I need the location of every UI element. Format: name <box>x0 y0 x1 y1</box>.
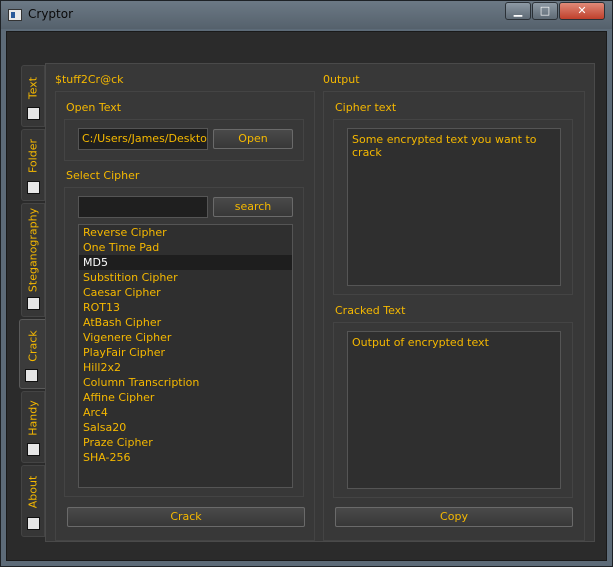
close-button[interactable]: ✕ <box>559 2 605 20</box>
tab-about-label: About <box>26 475 40 509</box>
image-icon <box>27 297 40 310</box>
tab-steganography[interactable]: Steganography <box>21 203 45 317</box>
tab-text[interactable]: Text <box>21 65 45 127</box>
tab-text-label: Text <box>26 76 40 100</box>
copy-button[interactable]: Copy <box>335 507 573 527</box>
cipher-list-item[interactable]: One Time Pad <box>79 240 292 255</box>
search-button[interactable]: search <box>213 197 293 217</box>
tab-crack[interactable]: Crack <box>19 319 46 389</box>
handy-icon <box>27 443 40 456</box>
cipher-list-item[interactable]: MD5 <box>79 255 292 270</box>
tab-crack-label: Crack <box>26 330 39 362</box>
cipher-list-item[interactable]: Substition Cipher <box>79 270 292 285</box>
crack-button[interactable]: Crack <box>67 507 305 527</box>
window-title: Cryptor <box>28 7 74 21</box>
open-text-title: Open Text <box>66 101 122 114</box>
tab-about[interactable]: About <box>21 465 45 537</box>
cipher-list-item[interactable]: Reverse Cipher <box>79 225 292 240</box>
right-panel-title: 0utput <box>323 73 360 86</box>
tab-folder[interactable]: Folder <box>21 129 45 201</box>
cipher-list[interactable]: Reverse Cipher One Time Pad MD5 Substition … <box>78 224 293 488</box>
cipher-list-item[interactable]: Arc4 <box>79 405 292 420</box>
title-bar[interactable]: Cryptor ▁ □ ✕ <box>1 1 612 29</box>
cipher-list-item[interactable]: Praze Cipher <box>79 435 292 450</box>
file-path-field[interactable]: C:/Users/James/Desktop/ <box>78 128 208 150</box>
tab-folder-label: Folder <box>26 139 40 173</box>
maximize-button[interactable]: □ <box>532 2 558 20</box>
cipher-list-item[interactable]: SHA-256 <box>79 450 292 465</box>
tab-handy[interactable]: Handy <box>21 391 45 463</box>
cipher-list-item[interactable]: Affine Cipher <box>79 390 292 405</box>
select-cipher-title: Select Cipher <box>66 169 140 182</box>
app-icon <box>8 9 22 21</box>
cracked-text-title: Cracked Text <box>335 304 406 317</box>
text-icon <box>27 107 40 120</box>
tab-steganography-label: Steganography <box>26 207 40 293</box>
folder-icon <box>27 181 40 194</box>
cipher-list-item[interactable]: ROT13 <box>79 300 292 315</box>
cipher-list-item[interactable]: Caesar Cipher <box>79 285 292 300</box>
cipher-list-item[interactable]: PlayFair Cipher <box>79 345 292 360</box>
cipher-list-item[interactable]: AtBash Cipher <box>79 315 292 330</box>
cipher-text-area[interactable]: Some encrypted text you want to crack <box>347 128 561 286</box>
cracked-text-area[interactable]: Output of encrypted text <box>347 331 561 489</box>
crack-icon <box>25 369 38 382</box>
open-button[interactable]: Open <box>213 129 293 149</box>
cipher-list-item[interactable]: Hill2x2 <box>79 360 292 375</box>
cipher-list-item[interactable]: Column Transcription <box>79 375 292 390</box>
about-icon <box>27 517 40 530</box>
cipher-list-item[interactable]: Salsa20 <box>79 420 292 435</box>
main-window: Cryptor ▁ □ ✕ Text Folder Steganography … <box>0 0 613 567</box>
minimize-button[interactable]: ▁ <box>505 2 531 20</box>
cipher-text-title: Cipher text <box>335 101 397 114</box>
cipher-list-item[interactable]: Vigenere Cipher <box>79 330 292 345</box>
tab-handy-label: Handy <box>26 400 40 436</box>
search-input[interactable] <box>78 196 208 218</box>
left-panel-title: $tuff2Cr@ck <box>55 73 124 86</box>
